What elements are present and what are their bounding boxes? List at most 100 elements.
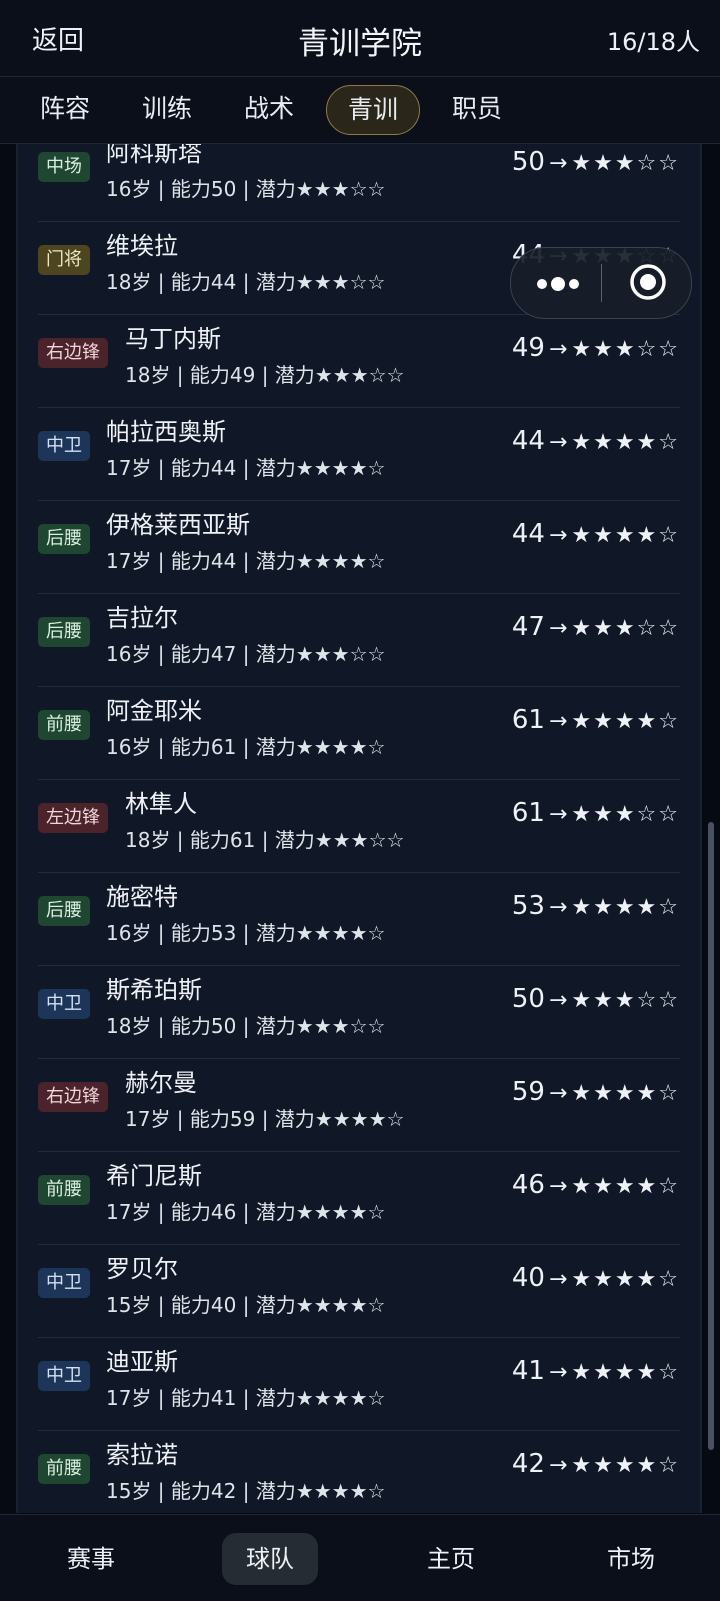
position-badge: 中卫 (38, 1361, 90, 1391)
player-row[interactable]: 中卫 迪亚斯 17岁 | 能力41 | 潜力★★★★☆ 41 → ★★★★☆ (16, 1338, 702, 1431)
position-badge: 左边锋 (38, 803, 108, 833)
player-row[interactable]: 左边锋 林隼人 18岁 | 能力61 | 潜力★★★☆☆ 61 → ★★★☆☆ (16, 780, 702, 873)
rating-summary: 49 → ★★★☆☆ (512, 333, 680, 363)
player-count: 16/18人 (606, 28, 700, 56)
player-row[interactable]: 中卫 罗贝尔 15岁 | 能力40 | 潜力★★★★☆ 40 → ★★★★☆ (16, 1245, 702, 1338)
list-border-right (700, 144, 702, 1513)
ability-value: 44 (511, 426, 545, 456)
arrow-icon: → (548, 802, 568, 827)
position-badge: 前腰 (38, 1454, 90, 1484)
player-details: 18岁 | 能力44 | 潜力★★★☆☆ (106, 270, 386, 294)
potential-stars: ★★★★☆ (571, 1174, 680, 1199)
rating-summary: 46 → ★★★★☆ (512, 1170, 680, 1200)
player-row[interactable]: 中卫 斯希珀斯 18岁 | 能力50 | 潜力★★★☆☆ 50 → ★★★☆☆ (16, 966, 702, 1059)
rating-summary: 53 → ★★★★☆ (512, 891, 680, 921)
player-details: 16岁 | 能力47 | 潜力★★★☆☆ (106, 642, 386, 666)
rating-summary: 50 → ★★★☆☆ (512, 147, 680, 177)
arrow-icon: → (548, 1174, 568, 1199)
tab-youth[interactable]: 青训 (326, 85, 420, 135)
position-badge: 前腰 (38, 710, 90, 740)
rating-summary: 50 → ★★★☆☆ (512, 984, 680, 1014)
ability-value: 49 (511, 333, 545, 363)
tab-lineup[interactable]: 阵容 (40, 85, 90, 133)
arrow-icon: → (548, 151, 568, 176)
player-name: 林隼人 (125, 790, 197, 818)
player-name: 维埃拉 (106, 232, 178, 260)
rating-summary: 44 → ★★★★☆ (512, 426, 680, 456)
nav-matches[interactable]: 赛事 (66, 1533, 116, 1585)
list-border-left (16, 144, 18, 1513)
position-badge: 中卫 (38, 431, 90, 461)
player-details: 18岁 | 能力61 | 潜力★★★☆☆ (125, 828, 405, 852)
player-details: 17岁 | 能力46 | 潜力★★★★☆ (106, 1200, 386, 1224)
player-row[interactable]: 前腰 希门尼斯 17岁 | 能力46 | 潜力★★★★☆ 46 → ★★★★☆ (16, 1152, 702, 1245)
potential-stars: ★★★★☆ (571, 1360, 680, 1385)
arrow-icon: → (548, 616, 568, 641)
potential-stars: ★★★★☆ (571, 1081, 680, 1106)
player-row[interactable]: 右边锋 马丁内斯 18岁 | 能力49 | 潜力★★★☆☆ 49 → ★★★☆☆ (16, 315, 702, 408)
tab-staff[interactable]: 职员 (452, 85, 502, 133)
ability-value: 47 (511, 612, 545, 642)
arrow-icon: → (548, 523, 568, 548)
ability-value: 61 (511, 705, 545, 735)
rating-summary: 61 → ★★★☆☆ (512, 798, 680, 828)
player-details: 18岁 | 能力50 | 潜力★★★☆☆ (106, 1014, 386, 1038)
youth-player-list[interactable]: 中场 阿科斯塔 16岁 | 能力50 | 潜力★★★☆☆ 50 → ★★★☆☆ 门将… (16, 144, 702, 1513)
position-badge: 后腰 (38, 617, 90, 647)
player-row[interactable]: 后腰 施密特 16岁 | 能力53 | 潜力★★★★☆ 53 → ★★★★☆ (16, 873, 702, 966)
player-row[interactable]: 前腰 索拉诺 15岁 | 能力42 | 潜力★★★★☆ 42 → ★★★★☆ (16, 1431, 702, 1513)
potential-stars: ★★★★☆ (571, 895, 680, 920)
player-name: 赫尔曼 (125, 1069, 197, 1097)
tab-bar: 阵容 训练 战术 青训 职员 (0, 77, 720, 144)
player-name: 阿金耶米 (106, 697, 202, 725)
top-bar: 返回 青训学院 16/18人 (0, 0, 720, 77)
potential-stars: ★★★☆☆ (571, 988, 680, 1013)
player-row[interactable]: 中卫 帕拉西奥斯 17岁 | 能力44 | 潜力★★★★☆ 44 → ★★★★☆ (16, 408, 702, 501)
position-badge: 中卫 (38, 989, 90, 1019)
tab-tactics[interactable]: 战术 (244, 85, 294, 133)
position-badge: 中卫 (38, 1268, 90, 1298)
potential-stars: ★★★★☆ (571, 1267, 680, 1292)
player-name: 伊格莱西亚斯 (106, 511, 250, 539)
player-name: 施密特 (106, 883, 178, 911)
player-name: 索拉诺 (106, 1441, 178, 1469)
player-row[interactable]: 右边锋 赫尔曼 17岁 | 能力59 | 潜力★★★★☆ 59 → ★★★★☆ (16, 1059, 702, 1152)
arrow-icon: → (548, 1360, 568, 1385)
more-dots-icon[interactable] (537, 275, 585, 291)
player-row[interactable]: 前腰 阿金耶米 16岁 | 能力61 | 潜力★★★★☆ 61 → ★★★★☆ (16, 687, 702, 780)
scrollbar[interactable] (708, 822, 714, 1450)
position-badge: 中场 (38, 152, 90, 182)
nav-home[interactable]: 主页 (426, 1533, 476, 1585)
player-row[interactable]: 中场 阿科斯塔 16岁 | 能力50 | 潜力★★★☆☆ 50 → ★★★☆☆ (16, 144, 702, 222)
ability-value: 53 (511, 891, 545, 921)
rating-summary: 40 → ★★★★☆ (512, 1263, 680, 1293)
player-row[interactable]: 后腰 吉拉尔 16岁 | 能力47 | 潜力★★★☆☆ 47 → ★★★☆☆ (16, 594, 702, 687)
arrow-icon: → (548, 1081, 568, 1106)
tab-training[interactable]: 训练 (142, 85, 192, 133)
player-row[interactable]: 后腰 伊格莱西亚斯 17岁 | 能力44 | 潜力★★★★☆ 44 → ★★★★☆ (16, 501, 702, 594)
arrow-icon: → (548, 895, 568, 920)
position-badge: 门将 (38, 245, 90, 275)
player-name: 迪亚斯 (106, 1348, 178, 1376)
nav-market[interactable]: 市场 (606, 1533, 656, 1585)
bottom-nav: 赛事 球队 主页 市场 (0, 1514, 720, 1601)
player-details: 17岁 | 能力44 | 潜力★★★★☆ (106, 549, 386, 573)
player-name: 吉拉尔 (106, 604, 178, 632)
arrow-icon: → (548, 988, 568, 1013)
arrow-icon: → (548, 1267, 568, 1292)
miniprogram-capsule (510, 247, 692, 319)
position-badge: 右边锋 (38, 1082, 108, 1112)
player-details: 16岁 | 能力53 | 潜力★★★★☆ (106, 921, 386, 945)
arrow-icon: → (548, 1453, 568, 1478)
player-name: 希门尼斯 (106, 1162, 202, 1190)
player-details: 16岁 | 能力61 | 潜力★★★★☆ (106, 735, 386, 759)
player-name: 斯希珀斯 (106, 976, 202, 1004)
rating-summary: 44 → ★★★★☆ (512, 519, 680, 549)
target-close-icon[interactable] (628, 262, 668, 302)
back-button[interactable]: 返回 (32, 20, 84, 57)
nav-team[interactable]: 球队 (222, 1533, 318, 1585)
ability-value: 46 (511, 1170, 545, 1200)
position-badge: 后腰 (38, 524, 90, 554)
player-details: 17岁 | 能力44 | 潜力★★★★☆ (106, 456, 386, 480)
ability-value: 61 (511, 798, 545, 828)
